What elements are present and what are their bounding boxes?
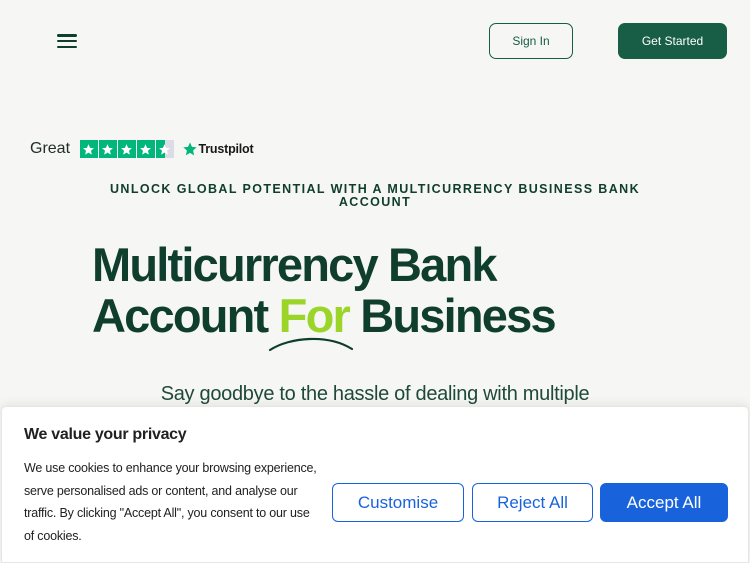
menu-bar [57,45,77,48]
sign-in-button[interactable]: Sign In [489,23,573,59]
star-icon [137,140,155,158]
hamburger-menu-icon[interactable] [57,33,77,49]
accept-all-button[interactable]: Accept All [600,483,728,522]
trustpilot-star-icon [182,142,197,156]
hero-title: Multicurrency Bank Account For Business [92,239,612,341]
hero-subtitle: Say goodbye to the hassle of dealing wit… [160,383,590,405]
hero-title-line2-end: Business [348,289,556,342]
trustpilot-widget[interactable]: Great Trustpilot [30,139,254,159]
trustpilot-brand: Trustpilot [198,142,254,156]
hero-title-line1: Multicurrency Bank [92,238,498,291]
cookie-banner-title: We value your privacy [24,426,187,443]
underline-swoosh-icon [268,337,354,352]
star-half-icon [156,140,174,158]
trustpilot-logo: Trustpilot [182,141,254,157]
cookie-banner-text: We use cookies to enhance your browsing … [24,461,317,544]
hero-title-line2-start: Account [92,289,279,342]
cookie-consent-banner: We value your privacy We use cookies to … [1,406,749,563]
menu-bar [57,39,77,43]
hero-eyebrow: UNLOCK GLOBAL POTENTIAL WITH A MULTICURR… [109,182,641,209]
menu-bar [57,34,77,37]
star-icon [118,140,136,158]
star-icon [99,140,117,158]
trustpilot-stars [80,140,174,158]
trustpilot-rating-label: Great [30,140,71,157]
customise-button[interactable]: Customise [332,483,464,522]
star-icon [80,140,98,158]
get-started-button[interactable]: Get Started [618,23,727,59]
reject-all-button[interactable]: Reject All [472,483,593,522]
